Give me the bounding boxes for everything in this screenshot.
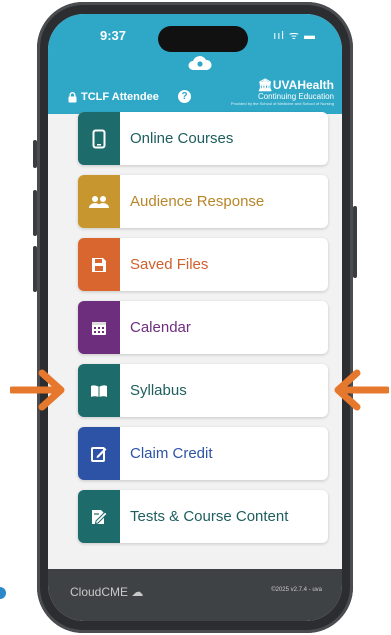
phone-side-button: [33, 246, 37, 292]
people-icon: [78, 175, 120, 228]
attendee-name: TCLF Attendee: [81, 91, 159, 103]
menu-label: Tests & Course Content: [130, 508, 289, 525]
menu-item-saved-files[interactable]: Saved Files: [78, 238, 328, 291]
lock-icon: [68, 91, 77, 102]
calendar-icon: [78, 301, 120, 354]
phone-side-button: [33, 140, 37, 168]
save-icon: [78, 238, 120, 291]
pencil-icon: [78, 427, 120, 480]
menu-item-tests-course-content[interactable]: Tests & Course Content: [78, 490, 328, 543]
app-screen: 9:37 ııl ᯤ ▬ TCLF Attendee ? 🏛UVAHealth …: [48, 14, 342, 621]
dynamic-island: [158, 26, 248, 52]
menu-label: Online Courses: [130, 130, 234, 147]
footer-bar: CloudCME ☁ ©2025 v2.7.4 - uva: [48, 569, 342, 621]
version-text: ©2025 v2.7.4 - uva: [271, 587, 322, 593]
arrow-right-icon: [10, 369, 65, 411]
status-icons: ııl ᯤ ▬: [273, 30, 316, 42]
uva-health-logo: 🏛UVAHealth Continuing Education Provided…: [230, 78, 334, 106]
menu-item-calendar[interactable]: Calendar: [78, 301, 328, 354]
book-icon: [78, 364, 120, 417]
phone-side-button: [33, 190, 37, 236]
menu-label: Claim Credit: [130, 445, 213, 462]
header-bar: 9:37 ııl ᯤ ▬ TCLF Attendee ? 🏛UVAHealth …: [48, 14, 342, 114]
menu-label: Calendar: [130, 319, 191, 336]
phone-icon: [78, 112, 120, 165]
cloud-icon: [188, 56, 212, 70]
indicator-dot: [0, 587, 6, 599]
phone-power-button: [353, 206, 357, 278]
help-icon[interactable]: ?: [178, 90, 191, 103]
attendee-label[interactable]: TCLF Attendee: [68, 91, 159, 103]
main-menu: Online Courses Audience Response Saved F…: [48, 112, 342, 584]
test-icon: [78, 490, 120, 543]
menu-item-syllabus[interactable]: Syllabus: [78, 364, 328, 417]
menu-item-claim-credit[interactable]: Claim Credit: [78, 427, 328, 480]
menu-label: Syllabus: [130, 382, 187, 399]
logo-building-icon: 🏛: [257, 78, 273, 92]
cloudcme-logo: CloudCME ☁: [70, 585, 144, 599]
menu-item-audience-response[interactable]: Audience Response: [78, 175, 328, 228]
status-time: 9:37: [100, 28, 127, 43]
footer-cloud-icon: ☁: [131, 585, 144, 599]
arrow-left-icon: [334, 369, 389, 411]
menu-item-online-courses[interactable]: Online Courses: [78, 112, 328, 165]
menu-label: Saved Files: [130, 256, 209, 273]
menu-label: Audience Response: [130, 193, 265, 210]
